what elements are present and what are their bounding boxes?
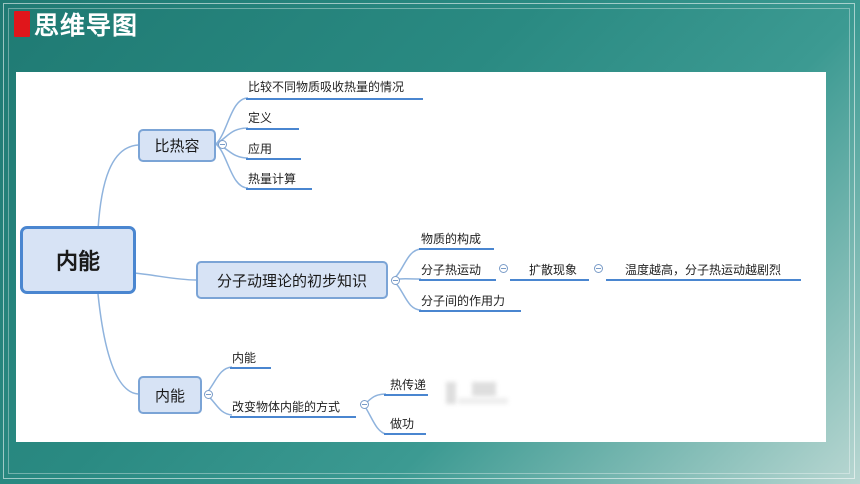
leaf-node[interactable]: 定义 [248, 109, 272, 126]
collapse-toggle-icon[interactable] [594, 264, 603, 273]
branch-node-specific-heat[interactable]: 比热容 [138, 129, 216, 162]
root-node-label: 内能 [55, 250, 100, 275]
blurred-artifact [446, 382, 456, 404]
leaf-node[interactable]: 分子热运动 [421, 261, 481, 278]
leaf-node[interactable]: 应用 [248, 140, 272, 157]
branch-node-molecular-theory[interactable]: 分子动理论的初步知识 [196, 261, 388, 299]
red-marker-icon [14, 11, 30, 37]
collapse-toggle-icon[interactable] [499, 264, 508, 273]
branch-node-label: 比热容 [154, 137, 200, 155]
blurred-artifact [458, 398, 508, 404]
collapse-toggle-icon[interactable] [391, 276, 400, 285]
leaf-node[interactable]: 扩散现象 [529, 261, 577, 278]
leaf-node[interactable]: 内能 [232, 349, 256, 366]
leaf-node[interactable]: 做功 [390, 415, 414, 432]
mindmap-canvas: 内能 比热容 比较不同物质吸收热量的情况 定义 应用 热量计算 分子动理论的初步… [16, 72, 826, 442]
leaf-node[interactable]: 改变物体内能的方式 [232, 398, 340, 415]
leaf-node[interactable]: 温度越高，分子热运动越剧烈 [625, 261, 781, 278]
branch-node-label: 分子动理论的初步知识 [216, 271, 367, 290]
leaf-node[interactable]: 热传递 [390, 376, 426, 393]
page-title: 思维导图 [34, 11, 139, 40]
collapse-toggle-icon[interactable] [218, 140, 227, 149]
collapse-toggle-icon[interactable] [360, 400, 369, 409]
collapse-toggle-icon[interactable] [204, 390, 213, 399]
branch-node-label: 内能 [154, 386, 185, 405]
root-node[interactable]: 内能 [20, 226, 136, 294]
blurred-artifact [472, 382, 496, 396]
leaf-node[interactable]: 分子间的作用力 [421, 292, 505, 309]
slide-header: 思维导图 [14, 6, 138, 42]
leaf-node[interactable]: 比较不同物质吸收热量的情况 [248, 78, 404, 95]
leaf-node[interactable]: 热量计算 [248, 170, 296, 187]
branch-node-internal-energy[interactable]: 内能 [138, 376, 202, 414]
leaf-node[interactable]: 物质的构成 [421, 230, 481, 247]
